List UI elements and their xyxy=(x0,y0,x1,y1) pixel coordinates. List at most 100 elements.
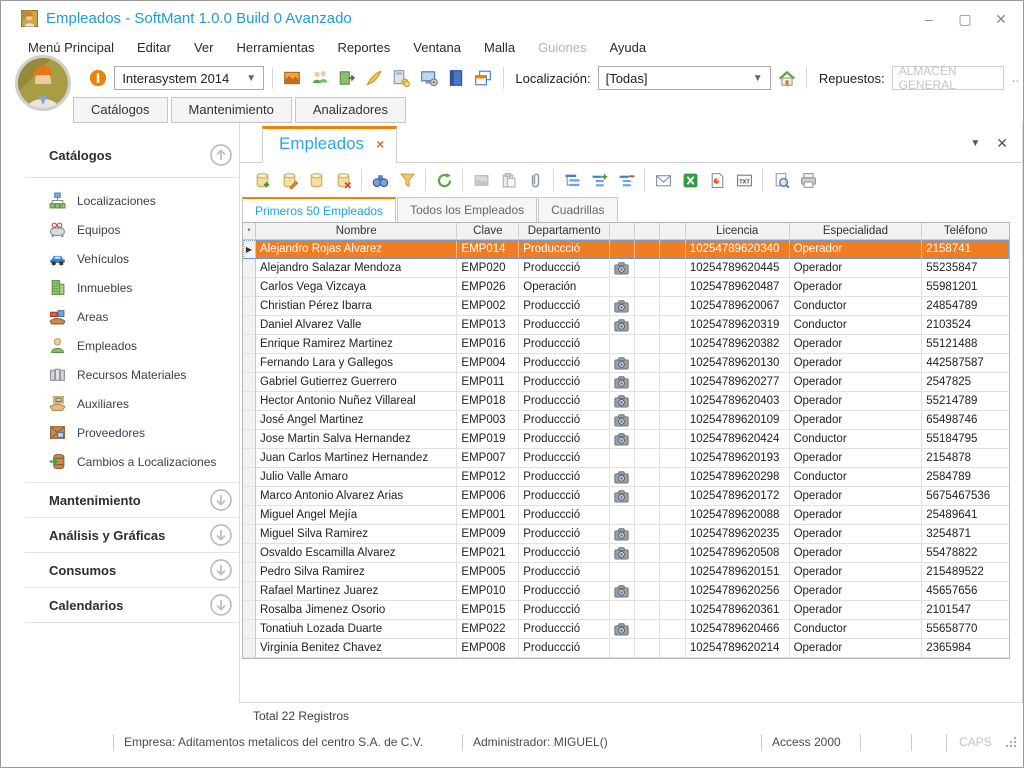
archive-out-icon[interactable] xyxy=(336,66,358,91)
cell-empty[interactable] xyxy=(635,620,660,639)
cell-telefono[interactable]: 2154878 xyxy=(922,449,1009,468)
tab-close-icon[interactable]: × xyxy=(376,136,384,152)
header-especialidad[interactable]: Especialidad xyxy=(790,223,923,240)
cell-telefono[interactable]: 2101547 xyxy=(922,601,1009,620)
cell-licencia[interactable]: 10254789620466 xyxy=(686,620,790,639)
cell-nombre[interactable]: Jose Martin Salva Hernandez xyxy=(256,430,457,449)
cell-clave[interactable]: EMP012 xyxy=(457,468,519,487)
cell-empty[interactable] xyxy=(635,240,660,259)
resize-grip[interactable] xyxy=(1005,736,1017,748)
table-row[interactable]: Hector Antonio Nuñez VillarealEMP018Prod… xyxy=(243,392,1009,411)
table-row[interactable]: Pedro Silva RamirezEMP005Produccció10254… xyxy=(243,563,1009,582)
search-button[interactable] xyxy=(368,168,392,192)
sidebar-section-mantenimiento[interactable]: Mantenimiento xyxy=(25,483,239,518)
subtab-todos[interactable]: Todos los Empleados xyxy=(397,197,537,222)
cell-telefono[interactable]: 2103524 xyxy=(922,316,1009,335)
cell-empty[interactable] xyxy=(635,582,660,601)
cell-foto[interactable] xyxy=(610,392,635,411)
menu-editar[interactable]: Editar xyxy=(137,40,171,55)
cell-clave[interactable]: EMP011 xyxy=(457,373,519,392)
cell-nombre[interactable]: Rafael Martinez Juarez xyxy=(256,582,457,601)
delete-record-button[interactable] xyxy=(331,168,355,192)
panel-close-icon[interactable]: ✕ xyxy=(996,135,1008,152)
row-selector[interactable] xyxy=(243,468,256,487)
cell-empty[interactable] xyxy=(660,373,686,392)
sidebar-section-consumos[interactable]: Consumos xyxy=(25,553,239,588)
row-selector[interactable] xyxy=(243,335,256,354)
cell-foto[interactable] xyxy=(610,639,635,658)
cell-empty[interactable] xyxy=(635,278,660,297)
cell-empty[interactable] xyxy=(660,240,686,259)
cell-empty[interactable] xyxy=(660,639,686,658)
cell-departamento[interactable]: Produccció xyxy=(519,544,610,563)
cell-departamento[interactable]: Operación xyxy=(519,278,610,297)
cell-telefono[interactable]: 2365984 xyxy=(922,639,1009,658)
cell-foto[interactable] xyxy=(610,278,635,297)
menu-menu-principal[interactable]: Menú Principal xyxy=(28,40,114,55)
row-selector[interactable] xyxy=(243,411,256,430)
menu-reportes[interactable]: Reportes xyxy=(338,40,391,55)
table-row[interactable]: Daniel Alvarez ValleEMP013Produccció1025… xyxy=(243,316,1009,335)
table-row[interactable]: Carlos Vega VizcayaEMP026Operación102547… xyxy=(243,278,1009,297)
cell-especialidad[interactable]: Operador xyxy=(790,392,923,411)
cell-departamento[interactable]: Produccció xyxy=(519,582,610,601)
cell-departamento[interactable]: Produccció xyxy=(519,316,610,335)
cell-empty[interactable] xyxy=(660,259,686,278)
cell-foto[interactable] xyxy=(610,487,635,506)
menu-ver[interactable]: Ver xyxy=(194,40,214,55)
cell-empty[interactable] xyxy=(635,411,660,430)
cell-especialidad[interactable]: Operador xyxy=(790,373,923,392)
cell-clave[interactable]: EMP009 xyxy=(457,525,519,544)
cell-nombre[interactable]: Daniel Alvarez Valle xyxy=(256,316,457,335)
cell-nombre[interactable]: Marco Antonio Alvarez Arias xyxy=(256,487,457,506)
cell-foto[interactable] xyxy=(610,335,635,354)
cell-telefono[interactable]: 55658770 xyxy=(922,620,1009,639)
sidebar-item-auxiliares[interactable]: Auxiliares xyxy=(25,389,239,418)
cell-licencia[interactable]: 10254789620298 xyxy=(686,468,790,487)
cell-especialidad[interactable]: Operador xyxy=(790,335,923,354)
cell-nombre[interactable]: Tonatiuh Lozada Duarte xyxy=(256,620,457,639)
cell-clave[interactable]: EMP007 xyxy=(457,449,519,468)
cell-empty[interactable] xyxy=(635,525,660,544)
cell-empty[interactable] xyxy=(635,335,660,354)
cell-licencia[interactable]: 10254789620130 xyxy=(686,354,790,373)
cell-departamento[interactable]: Produccció xyxy=(519,468,610,487)
cell-clave[interactable]: EMP005 xyxy=(457,563,519,582)
cell-nombre[interactable]: Virginia Benitez Chavez xyxy=(256,639,457,658)
table-row[interactable]: Enrique Ramirez MartinezEMP016Produccció… xyxy=(243,335,1009,354)
cell-foto[interactable] xyxy=(610,297,635,316)
table-row[interactable]: Tonatiuh Lozada DuarteEMP022Produccció10… xyxy=(243,620,1009,639)
cell-empty[interactable] xyxy=(635,259,660,278)
edit-record-button[interactable] xyxy=(277,168,301,192)
cell-nombre[interactable]: Miguel Silva Ramirez xyxy=(256,525,457,544)
subtab-cuadrillas[interactable]: Cuadrillas xyxy=(538,197,617,222)
cell-telefono[interactable]: 2547825 xyxy=(922,373,1009,392)
cell-licencia[interactable]: 10254789620340 xyxy=(686,240,790,259)
cell-especialidad[interactable]: Conductor xyxy=(790,430,923,449)
cell-empty[interactable] xyxy=(660,601,686,620)
database-button[interactable] xyxy=(304,168,328,192)
cell-empty[interactable] xyxy=(660,506,686,525)
tab-analizadores[interactable]: Analizadores xyxy=(295,97,406,123)
users-icon[interactable] xyxy=(308,66,330,91)
sidebar-section-catalogos[interactable]: Catálogos xyxy=(25,137,239,178)
cell-licencia[interactable]: 10254789620256 xyxy=(686,582,790,601)
system-combobox[interactable]: Interasystem 2014 ▼ xyxy=(114,66,264,90)
cell-licencia[interactable]: 10254789620277 xyxy=(686,373,790,392)
expand-down-icon[interactable] xyxy=(209,593,233,617)
table-row[interactable]: Rosalba Jimenez OsorioEMP015Produccció10… xyxy=(243,601,1009,620)
alert-icon[interactable] xyxy=(87,66,109,91)
picture-icon[interactable] xyxy=(281,66,303,91)
quill-icon[interactable] xyxy=(363,66,385,91)
row-selector[interactable] xyxy=(243,601,256,620)
cell-licencia[interactable]: 10254789620088 xyxy=(686,506,790,525)
cell-foto[interactable] xyxy=(610,449,635,468)
cell-licencia[interactable]: 10254789620487 xyxy=(686,278,790,297)
cell-licencia[interactable]: 10254789620508 xyxy=(686,544,790,563)
sidebar-item-inmuebles[interactable]: Inmuebles xyxy=(25,273,239,302)
sidebar-item-empleados[interactable]: Empleados xyxy=(25,331,239,360)
cell-empty[interactable] xyxy=(660,278,686,297)
cell-telefono[interactable]: 65498746 xyxy=(922,411,1009,430)
cell-especialidad[interactable]: Operador xyxy=(790,563,923,582)
row-selector[interactable] xyxy=(243,525,256,544)
